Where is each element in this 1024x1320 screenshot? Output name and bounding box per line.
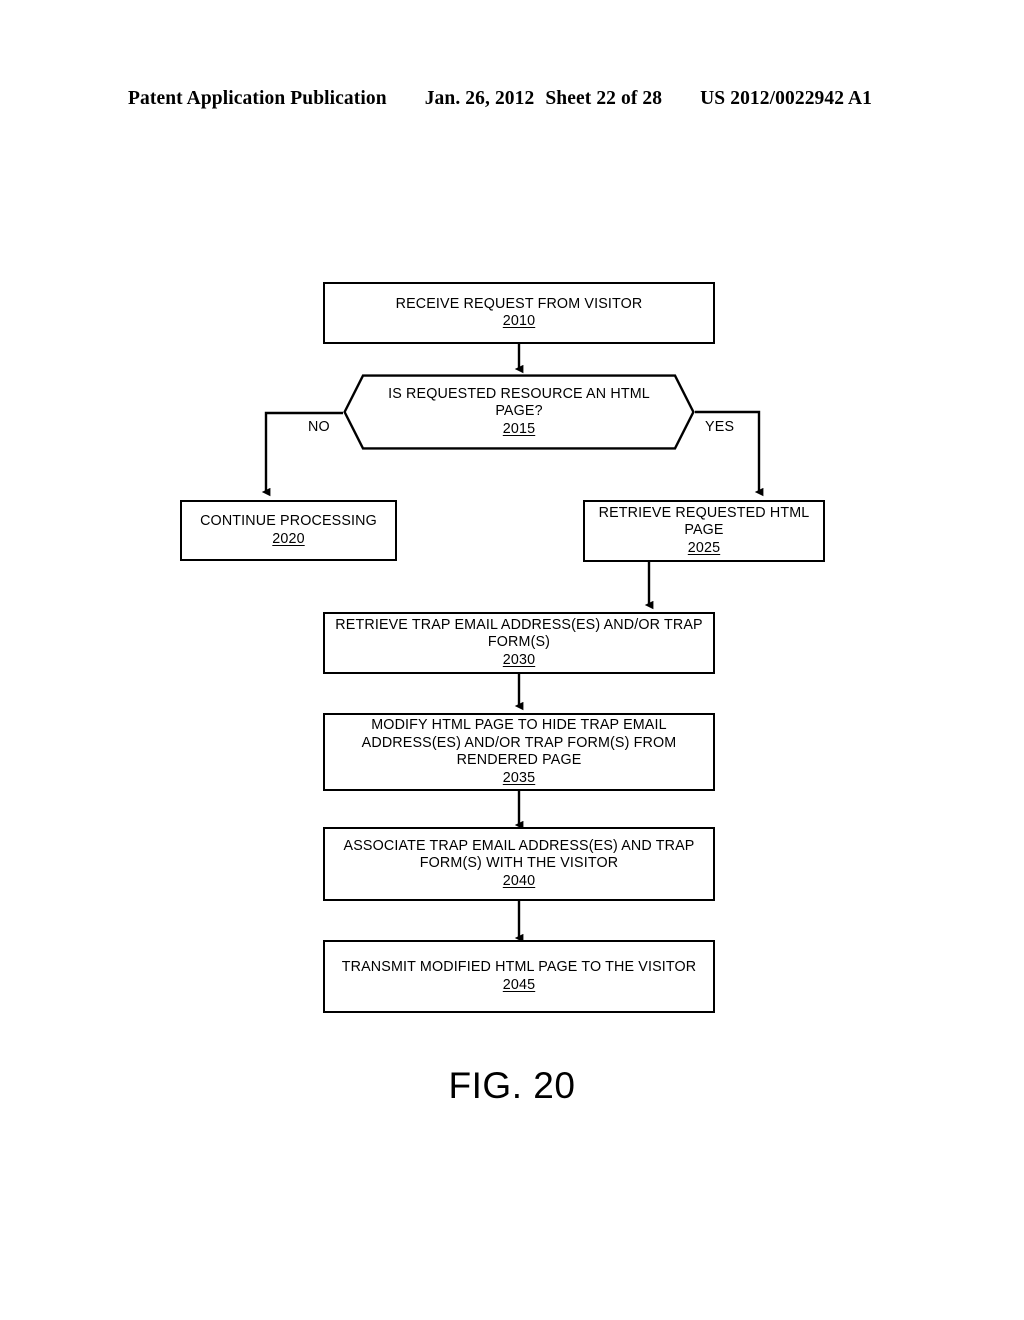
flowchart-node-2040-text: ASSOCIATE TRAP EMAIL ADDRESS(ES) AND TRA… <box>343 837 695 872</box>
flowchart-node-2040[interactable]: ASSOCIATE TRAP EMAIL ADDRESS(ES) AND TRA… <box>323 827 715 901</box>
flowchart-node-2030-ref: 2030 <box>502 651 536 668</box>
flowchart-node-2020[interactable]: CONTINUE PROCESSING 2020 <box>180 500 397 561</box>
flowchart-node-2015-label: IS REQUESTED RESOURCE AN HTML PAGE? 2015 <box>343 386 695 439</box>
flowchart-node-2030-text: RETRIEVE TRAP EMAIL ADDRESS(ES) AND/OR T… <box>335 616 703 651</box>
flowchart-node-2015-text: IS REQUESTED RESOURCE AN HTML PAGE? <box>388 385 650 420</box>
flowchart-node-2030[interactable]: RETRIEVE TRAP EMAIL ADDRESS(ES) AND/OR T… <box>323 612 715 674</box>
flowchart-node-2035[interactable]: MODIFY HTML PAGE TO HIDE TRAP EMAIL ADDR… <box>323 713 715 791</box>
connector-2015-no-to-2020 <box>261 411 343 497</box>
figure-caption: FIG. 20 <box>448 1065 576 1106</box>
flowchart-node-2020-ref: 2020 <box>272 530 305 547</box>
flowchart-node-2045[interactable]: TRANSMIT MODIFIED HTML PAGE TO THE VISIT… <box>323 940 715 1013</box>
flowchart-node-2010-text: RECEIVE REQUEST FROM VISITOR <box>395 295 643 312</box>
flowchart-node-2040-ref: 2040 <box>502 872 536 889</box>
flowchart-node-2010-ref: 2010 <box>502 313 536 329</box>
flowchart-node-2015-ref: 2015 <box>502 420 536 437</box>
flowchart-node-2035-ref: 2035 <box>502 769 536 786</box>
flowchart-node-2015[interactable]: IS REQUESTED RESOURCE AN HTML PAGE? 2015 <box>343 374 695 450</box>
flowchart-node-2025-ref: 2025 <box>687 539 721 556</box>
flowchart-node-2020-text: CONTINUE PROCESSING <box>200 513 377 529</box>
flowchart-node-2045-ref: 2045 <box>502 976 536 993</box>
flowchart-node-2035-text: MODIFY HTML PAGE TO HIDE TRAP EMAIL ADDR… <box>361 717 677 768</box>
branch-label-no: NO <box>308 419 330 435</box>
flowchart-diagram: RECEIVE REQUEST FROM VISITOR 2010 IS REQ… <box>0 0 1024 1320</box>
flowchart-node-2025[interactable]: RETRIEVE REQUESTED HTML PAGE 2025 <box>583 500 825 562</box>
branch-label-yes: YES <box>705 419 735 435</box>
flowchart-node-2025-text: RETRIEVE REQUESTED HTML PAGE <box>598 504 810 539</box>
flowchart-node-2010[interactable]: RECEIVE REQUEST FROM VISITOR 2010 <box>323 282 715 344</box>
flowchart-node-2045-text: TRANSMIT MODIFIED HTML PAGE TO THE VISIT… <box>341 959 697 975</box>
